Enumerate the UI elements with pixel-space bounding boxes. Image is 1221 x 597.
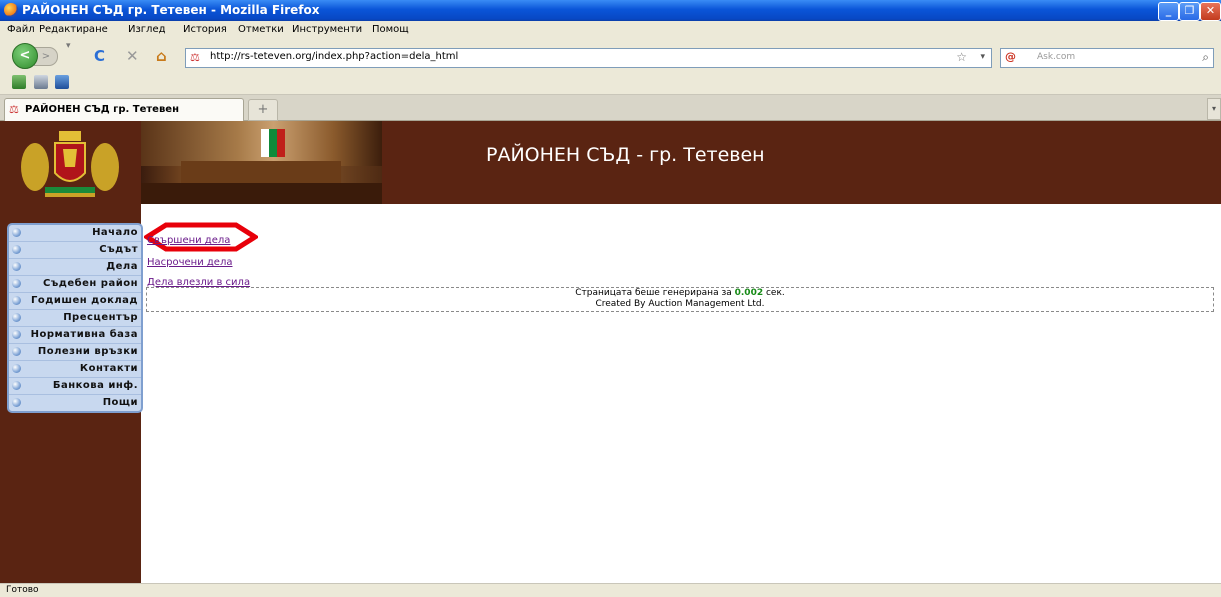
- sidebar-item-label: Пресцентър: [63, 312, 138, 323]
- bullet-icon: [12, 330, 21, 339]
- bullet-icon: [12, 313, 21, 322]
- tab-bar: ⚖ РАЙОНЕН СЪД гр. Тетевен + ▾: [0, 95, 1221, 121]
- generated-prefix: Страницата беше генерирана за: [575, 288, 732, 298]
- toolbar-app-icon[interactable]: [12, 75, 26, 89]
- header-banner: РАЙОНЕН СЪД - гр. Тетевен: [382, 121, 1221, 204]
- menu-edit[interactable]: Редактиране: [39, 24, 108, 35]
- site-favicon: ⚖: [190, 51, 200, 64]
- search-engine-icon[interactable]: @: [1005, 50, 1016, 63]
- navigation-toolbar: > < ▾ C ✕ ⌂ ⚖ http://rs-teteven.org/inde…: [0, 38, 1221, 71]
- sidebar-item-cases[interactable]: Дела: [9, 259, 141, 276]
- bullet-icon: [12, 296, 21, 305]
- url-dropdown-icon[interactable]: ▾: [980, 52, 985, 62]
- sidebar-menu: Начало Съдът Дела Съдебен район Годишен …: [7, 223, 143, 413]
- print-icon[interactable]: [34, 75, 48, 89]
- bullet-icon: [12, 364, 21, 373]
- page-footer: Страницата беше генерирана за 0.002 сек.…: [146, 287, 1214, 312]
- link-scheduled-cases[interactable]: Насрочени дела: [147, 257, 232, 268]
- bullet-icon: [12, 245, 21, 254]
- tab-favicon: ⚖: [9, 103, 19, 116]
- page-title: РАЙОНЕН СЪД - гр. Тетевен: [486, 144, 765, 166]
- sidebar-item-district[interactable]: Съдебен район: [9, 276, 141, 293]
- sidebar-item-label: Контакти: [79, 363, 138, 374]
- menu-bar: Файл Редактиране Изглед История Отметки …: [0, 21, 1221, 38]
- sidebar-item-contacts[interactable]: Контакти: [9, 361, 141, 378]
- back-button[interactable]: <: [12, 43, 38, 69]
- sidebar-item-label: Начало: [92, 227, 138, 238]
- menu-help[interactable]: Помощ: [372, 24, 409, 35]
- bullet-icon: [12, 347, 21, 356]
- url-text[interactable]: http://rs-teteven.org/index.php?action=d…: [210, 51, 458, 62]
- sidebar-item-annual-report[interactable]: Годишен доклад: [9, 293, 141, 310]
- status-bar: Готово: [0, 583, 1221, 597]
- tab-label: РАЙОНЕН СЪД гр. Тетевен: [25, 104, 179, 115]
- menu-history[interactable]: История: [183, 24, 227, 35]
- sidebar-item-label: Полезни връзки: [37, 346, 138, 357]
- search-input[interactable]: Ask.com: [1037, 52, 1075, 62]
- menu-file[interactable]: Файл: [7, 24, 35, 35]
- home-icon[interactable]: ⌂: [156, 47, 167, 65]
- bullet-icon: [12, 279, 21, 288]
- page-content: РАЙОНЕН СЪД - гр. Тетевен Начало Съдът Д…: [0, 121, 1221, 583]
- logo-cell: [0, 121, 141, 204]
- maximize-button[interactable]: ❐: [1179, 2, 1200, 21]
- bookmark-star-icon[interactable]: ☆: [956, 50, 967, 64]
- bullet-icon: [12, 228, 21, 237]
- sidebar-item-links[interactable]: Полезни връзки: [9, 344, 141, 361]
- extra-toolbar: [0, 71, 1221, 95]
- new-tab-button[interactable]: +: [248, 99, 278, 121]
- courtroom-photo: [141, 121, 382, 204]
- reload-icon[interactable]: C: [94, 47, 105, 65]
- sidebar-item-regulations[interactable]: Нормативна база: [9, 327, 141, 344]
- bullet-icon: [12, 262, 21, 271]
- minimize-button[interactable]: _: [1158, 2, 1179, 21]
- coat-of-arms-icon: [21, 131, 119, 197]
- url-bar[interactable]: ⚖ http://rs-teteven.org/index.php?action…: [185, 48, 992, 68]
- link-completed-cases[interactable]: Свършени дела: [147, 235, 230, 246]
- sidebar-item-court[interactable]: Съдът: [9, 242, 141, 259]
- status-text: Готово: [6, 585, 39, 595]
- menu-view[interactable]: Изглед: [128, 24, 166, 35]
- sidebar-item-bank-info[interactable]: Банкова инф.: [9, 378, 141, 395]
- created-by: Created By Auction Management Ltd.: [595, 299, 765, 309]
- window-title: РАЙОНЕН СЪД гр. Тетевен - Mozilla Firefo…: [22, 3, 320, 17]
- search-bar[interactable]: @ Ask.com ⌕: [1000, 48, 1214, 68]
- sidebar-item-home[interactable]: Начало: [9, 225, 141, 242]
- menu-tools[interactable]: Инструменти: [292, 24, 362, 35]
- sidebar-item-label: Нормативна база: [30, 329, 138, 340]
- sidebar-item-press[interactable]: Пресцентър: [9, 310, 141, 327]
- save-icon[interactable]: [55, 75, 69, 89]
- sidebar-item-label: Дела: [106, 261, 138, 272]
- sidebar-item-label: Пощи: [102, 397, 138, 408]
- history-dropdown-icon[interactable]: ▾: [66, 41, 71, 51]
- sidebar-item-label: Банкова инф.: [52, 380, 138, 391]
- sidebar-item-label: Съдът: [99, 244, 138, 255]
- sidebar: Начало Съдът Дела Съдебен район Годишен …: [0, 204, 143, 583]
- menu-bookmarks[interactable]: Отметки: [238, 24, 284, 35]
- sidebar-item-mail[interactable]: Пощи: [9, 395, 141, 411]
- tab-active[interactable]: ⚖ РАЙОНЕН СЪД гр. Тетевен: [4, 98, 244, 121]
- tab-list-button[interactable]: ▾: [1207, 98, 1221, 120]
- bullet-icon: [12, 381, 21, 390]
- firefox-icon: [4, 3, 18, 17]
- sidebar-item-label: Годишен доклад: [31, 295, 138, 306]
- close-window-button[interactable]: ✕: [1200, 2, 1221, 21]
- generated-suffix: сек.: [765, 288, 785, 298]
- stop-icon[interactable]: ✕: [126, 47, 139, 65]
- search-icon[interactable]: ⌕: [1202, 50, 1209, 65]
- sidebar-item-label: Съдебен район: [42, 278, 138, 289]
- bullet-icon: [12, 398, 21, 407]
- window-titlebar: РАЙОНЕН СЪД гр. Тетевен - Mozilla Firefo…: [0, 0, 1221, 21]
- generated-time: 0.002: [734, 288, 764, 298]
